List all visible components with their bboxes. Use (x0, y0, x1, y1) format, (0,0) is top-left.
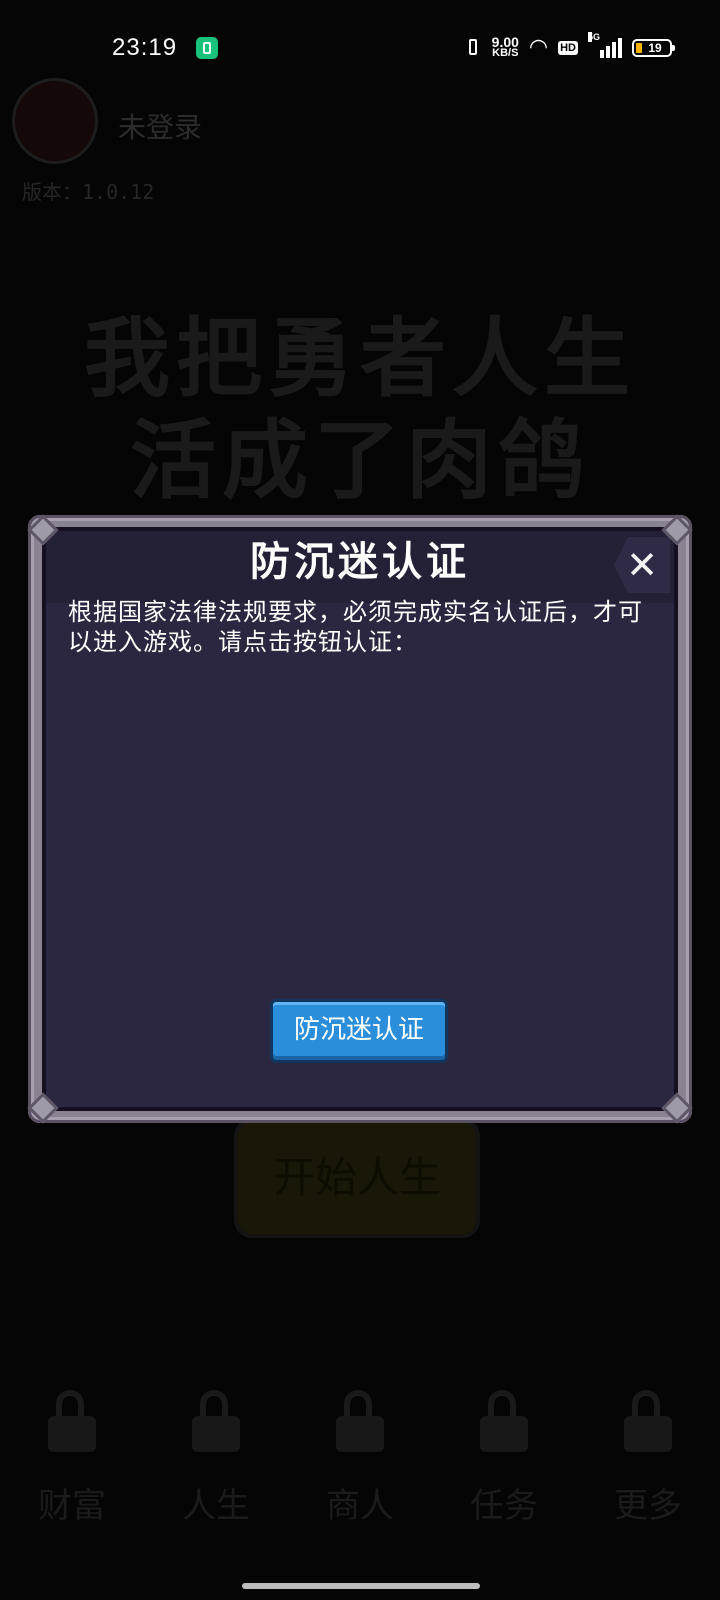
anti-addiction-verify-button[interactable]: 防沉迷认证 (270, 999, 448, 1063)
nav-label: 人生 (182, 1486, 250, 1526)
nav-label: 更多 (614, 1486, 682, 1526)
lock-icon (188, 1390, 244, 1452)
battery-level: 19 (648, 41, 662, 55)
battery-saver-notification-icon (196, 37, 218, 59)
dialog-title: 防沉迷认证 (250, 539, 470, 585)
network-speed-unit: KB/S (492, 47, 519, 59)
anti-addiction-dialog: 防沉迷认证 ✕ 根据国家法律法规要求，必须完成实名认证后，才可以进入游戏。请点击… (27, 514, 693, 1124)
network-speed: 9.00 KB/S (492, 35, 519, 59)
nav-item-wealth[interactable]: 财富 (12, 1390, 132, 1540)
nav-item-more[interactable]: 更多 (588, 1390, 708, 1540)
dialog-message: 根据国家法律法规要求，必须完成实名认证后，才可以进入游戏。请点击按钮认证： (68, 598, 643, 656)
nav-label: 任务 (470, 1486, 538, 1526)
battery-fill (636, 43, 642, 53)
nav-label: 商人 (326, 1486, 394, 1526)
username-label: 未登录 (118, 111, 203, 144)
bottom-nav: 财富 人生 商人 任务 更多 (0, 1390, 720, 1540)
lock-icon (476, 1390, 532, 1452)
version-label: 版本：1.0.12 (22, 180, 155, 204)
ship-icon (620, 1390, 676, 1452)
lock-icon (332, 1390, 388, 1452)
start-life-button[interactable]: 开始人生 (234, 1118, 480, 1238)
network-type: 5G (588, 32, 601, 42)
cellular-signal-icon: 5G (588, 32, 622, 58)
hd-icon: HD (558, 41, 578, 55)
close-icon: ✕ (626, 543, 658, 587)
status-icons: 9.00 KB/S ◠ HD 5G 19 (464, 32, 675, 62)
status-bar: 23:19 9.00 KB/S ◠ HD 5G 19 (0, 0, 720, 96)
nav-item-tasks[interactable]: 任务 (444, 1390, 564, 1540)
nav-item-life[interactable]: 人生 (156, 1390, 276, 1540)
game-title-line2: 活成了肉鸽 (130, 411, 590, 511)
status-time: 23:19 (112, 34, 178, 61)
wifi-icon: ◠ (528, 35, 549, 60)
lock-icon (44, 1390, 100, 1452)
nav-label: 财富 (38, 1486, 106, 1526)
nav-item-merchant[interactable]: 商人 (300, 1390, 420, 1540)
vibrate-icon (464, 37, 482, 59)
home-indicator[interactable] (242, 1583, 480, 1589)
battery-icon: 19 (632, 39, 675, 57)
